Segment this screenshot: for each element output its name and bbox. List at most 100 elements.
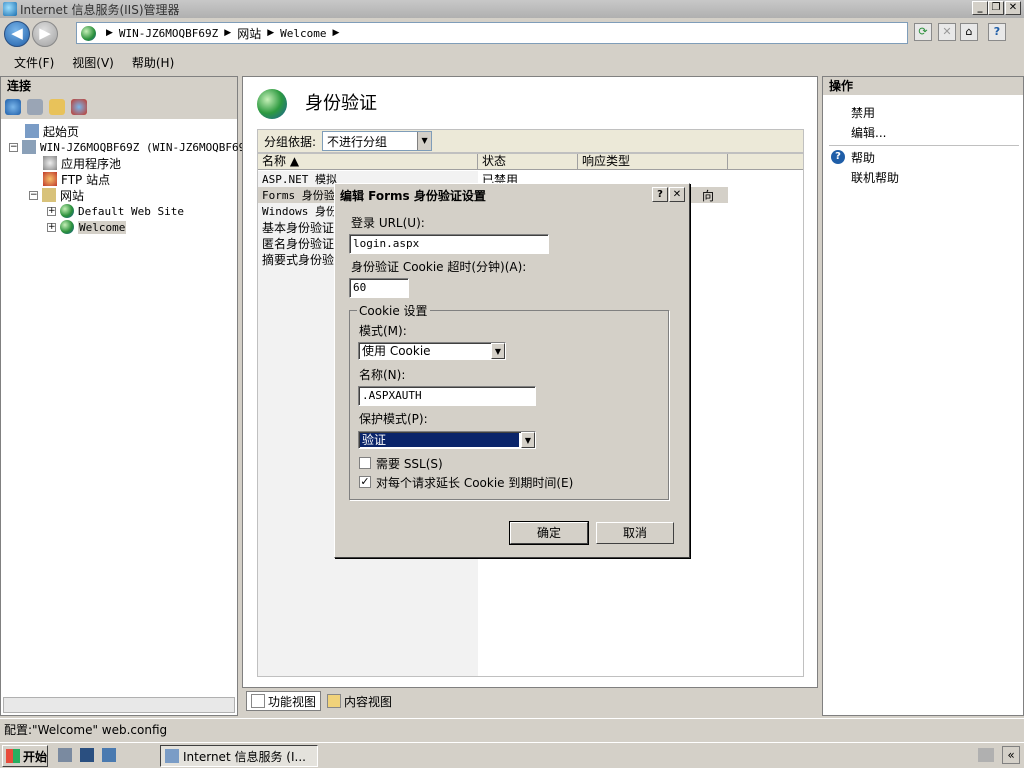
breadcrumb-server[interactable]: WIN-JZ6MOQBF69Z [119,27,218,40]
tree-label: 起始页 [43,124,80,139]
group-by-select[interactable]: 不进行分组 ▼ [322,131,433,151]
server-icon [22,140,36,154]
server-manager-icon[interactable] [58,748,72,762]
list-item[interactable]: 基本身份验证 [262,219,334,235]
forward-button[interactable]: ▶ [32,21,58,47]
tree-ftp-sites[interactable]: FTP 站点 [43,171,110,187]
windows-logo-icon [6,749,20,763]
breadcrumb-separator-icon: ▶ [106,28,113,38]
tab-label: 功能视图 [268,694,317,709]
mode-select[interactable]: 使用 Cookie ▼ [358,342,506,360]
address-row: ◀ ▶ ▶ WIN-JZ6MOQBF69Z ▶ 网站 ▶ Welcome ▶ ⟳… [0,18,1024,50]
tree-default-web-site[interactable]: + Default Web Site [47,203,184,219]
taskbar-app-label: Internet 信息服务 (I... [183,749,306,764]
tab-content-view[interactable]: 内容视图 [323,691,396,711]
start-button[interactable]: 开始 [2,745,48,767]
tree-server[interactable]: − WIN-JZ6MOQBF69Z (WIN-JZ6MOQBF69Z [9,139,252,155]
column-name[interactable]: 名称 ▲ [258,154,478,169]
address-bar[interactable]: ▶ WIN-JZ6MOQBF69Z ▶ 网站 ▶ Welcome ▶ [76,22,908,44]
list-item[interactable]: 匿名身份验证 [262,235,334,251]
iis-app-icon [165,749,179,763]
status-text: 配置:"Welcome" web.config [4,723,168,737]
list-item[interactable]: 摘要式身份验 [262,251,334,267]
refresh-icon[interactable]: ⟳ [914,23,932,41]
disconnect-icon[interactable] [71,99,87,115]
timeout-label: 身份验证 Cookie 超时(分钟)(A): [351,260,527,274]
action-help[interactable]: 帮助 [851,149,875,166]
ok-button[interactable]: 确定 [509,521,589,545]
close-button[interactable]: ✕ [1005,1,1021,15]
tree-label: 应用程序池 [61,156,122,171]
horizontal-scrollbar[interactable] [3,697,235,713]
menu-file[interactable]: 文件(F) [14,54,54,71]
cancel-button[interactable]: 取消 [596,522,674,544]
collapse-icon[interactable]: − [9,142,18,152]
sites-folder-icon [42,188,56,202]
menu-help[interactable]: 帮助(H) [132,54,174,71]
tree-sites[interactable]: − 网站 [29,187,84,203]
cookie-name-input[interactable]: .ASPXAUTH [358,386,536,406]
menu-view[interactable]: 视图(V) [72,54,114,71]
dialog-close-button[interactable]: ✕ [669,187,685,202]
breadcrumb-sites[interactable]: 网站 [237,25,261,42]
window-title-bar: Internet 信息服务(IIS)管理器 _ ❐ ✕ [0,0,1024,18]
collapse-icon[interactable]: − [29,190,38,200]
tree-label: WIN-JZ6MOQBF69Z (WIN-JZ6MOQBF69Z [40,140,252,154]
login-url-input[interactable]: login.aspx [349,234,549,254]
dialog-title: 编辑 Forms 身份验证设置 [340,188,486,203]
group-by-label: 分组依据: [264,134,317,149]
cookie-group-label: Cookie 设置 [357,302,430,319]
protection-label: 保护模式(P): [359,412,428,426]
page-title: 身份验证 [305,93,377,114]
chevron-down-icon: ▼ [491,343,505,359]
item-name: 匿名身份验证 [262,237,335,251]
tab-features-view[interactable]: 功能视图 [246,691,322,711]
help-icon[interactable]: ? [988,23,1006,41]
expand-icon[interactable]: + [47,206,56,216]
minimize-button[interactable]: _ [972,1,988,15]
column-response-type[interactable]: 响应类型 [578,154,728,169]
home-icon[interactable]: ⌂ [960,23,978,41]
action-edit[interactable]: 编辑... [851,124,886,141]
group-by-bar: 分组依据: 不进行分组 ▼ [257,129,804,153]
tree-start-page[interactable]: 起始页 [25,123,79,139]
powershell-icon[interactable] [80,748,94,762]
up-folder-icon[interactable] [49,99,65,115]
require-ssl-checkbox[interactable] [359,457,371,469]
back-button[interactable]: ◀ [4,21,30,47]
breadcrumb-welcome[interactable]: Welcome [280,27,326,40]
timeout-input[interactable]: 60 [349,278,409,298]
action-disable[interactable]: 禁用 [851,104,875,121]
explorer-icon[interactable] [102,748,116,762]
list-item[interactable]: Windows 身份 [262,203,337,219]
restore-button[interactable]: ❐ [988,1,1004,15]
item-name: Windows 身份 [262,205,337,218]
save-icon[interactable] [27,99,43,115]
chevron-down-icon: ▼ [521,432,535,448]
expand-icon[interactable]: + [47,222,56,232]
help-icon: ? [831,150,845,164]
network-tray-icon[interactable] [978,748,994,762]
start-label: 开始 [23,749,48,764]
stop-icon[interactable]: ✕ [938,23,956,41]
protection-value: 验证 [360,433,519,447]
item-name: 摘要式身份验 [262,253,335,267]
extend-cookie-checkbox[interactable]: ✓ [359,476,371,488]
start-page-icon [25,124,39,138]
require-ssl-label: 需要 SSL(S) [376,457,443,471]
window-title: Internet 信息服务(IIS)管理器 [20,2,180,17]
dialog-title-bar: 编辑 Forms 身份验证设置 ? ✕ [337,186,687,204]
protection-select[interactable]: 验证 ▼ [358,431,536,449]
tree-app-pools[interactable]: 应用程序池 [43,155,121,171]
breadcrumb-separator-icon: ▶ [332,28,340,38]
column-status[interactable]: 状态 [478,154,578,169]
extend-cookie-label: 对每个请求延长 Cookie 到期时间(E) [376,476,574,490]
tray-expand-icon[interactable]: « [1002,746,1020,764]
connect-icon[interactable] [5,99,21,115]
taskbar-app-iis[interactable]: Internet 信息服务 (I... [160,745,318,767]
dialog-help-button[interactable]: ? [652,187,668,202]
globe-icon [81,25,96,41]
tree-welcome[interactable]: + Welcome [47,219,127,235]
action-online-help[interactable]: 联机帮助 [851,169,899,186]
group-by-value: 不进行分组 [327,134,388,149]
